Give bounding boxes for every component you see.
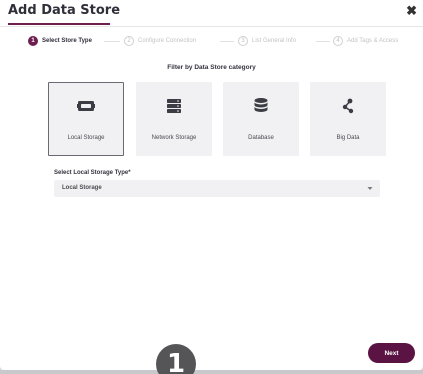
step-number: 2 [124, 36, 134, 46]
step-label: Select Store Type [42, 38, 92, 44]
big-data-icon [342, 98, 354, 114]
dialog-header: Add Data Store ✖ [0, 0, 423, 25]
category-card-network-storage[interactable]: Network Storage [136, 82, 212, 156]
close-icon[interactable]: ✖ [406, 3, 417, 19]
step-label: Add Tags & Access [347, 38, 399, 44]
category-card-big-data[interactable]: Big Data [310, 82, 386, 156]
category-label: Database [248, 135, 274, 141]
caret-down-icon [367, 187, 373, 190]
step-select-store-type[interactable]: 1 Select Store Type [28, 33, 92, 49]
step-number: 4 [333, 36, 343, 46]
local-storage-type-label: Select Local Storage Type* [54, 170, 131, 176]
category-label: Local Storage [67, 135, 105, 141]
dialog-title: Add Data Store [8, 3, 121, 18]
step-number: 1 [28, 36, 38, 46]
wizard-steps: 1 Select Store Type 2 Configure Connecti… [0, 33, 423, 49]
header-divider [0, 26, 423, 27]
select-value: Local Storage [62, 185, 102, 191]
category-card-database[interactable]: Database [223, 82, 299, 156]
category-label: Network Storage [151, 135, 197, 141]
category-label: Big Data [336, 135, 360, 141]
local-storage-icon [77, 101, 95, 111]
filter-label: Filter by Data Store category [167, 64, 256, 71]
step-configure-connection[interactable]: 2 Configure Connection [124, 33, 196, 49]
local-storage-type-select[interactable]: Local Storage [54, 180, 380, 197]
add-data-store-dialog: Add Data Store ✖ 1 Select Store Type 2 C… [0, 0, 423, 370]
title-underline [8, 23, 110, 25]
step-number: 3 [238, 36, 248, 46]
next-button[interactable]: Next [368, 343, 415, 363]
dialog-bottom-edge [0, 370, 423, 374]
category-card-local-storage[interactable]: Local Storage [48, 82, 124, 156]
step-label: Configure Connection [138, 38, 197, 44]
step-list-general-info[interactable]: 3 List General Info [238, 33, 296, 49]
database-icon [254, 98, 268, 112]
network-storage-icon [167, 99, 181, 113]
step-add-tags-access[interactable]: 4 Add Tags & Access [333, 33, 398, 49]
step-label: List General Info [252, 38, 297, 44]
